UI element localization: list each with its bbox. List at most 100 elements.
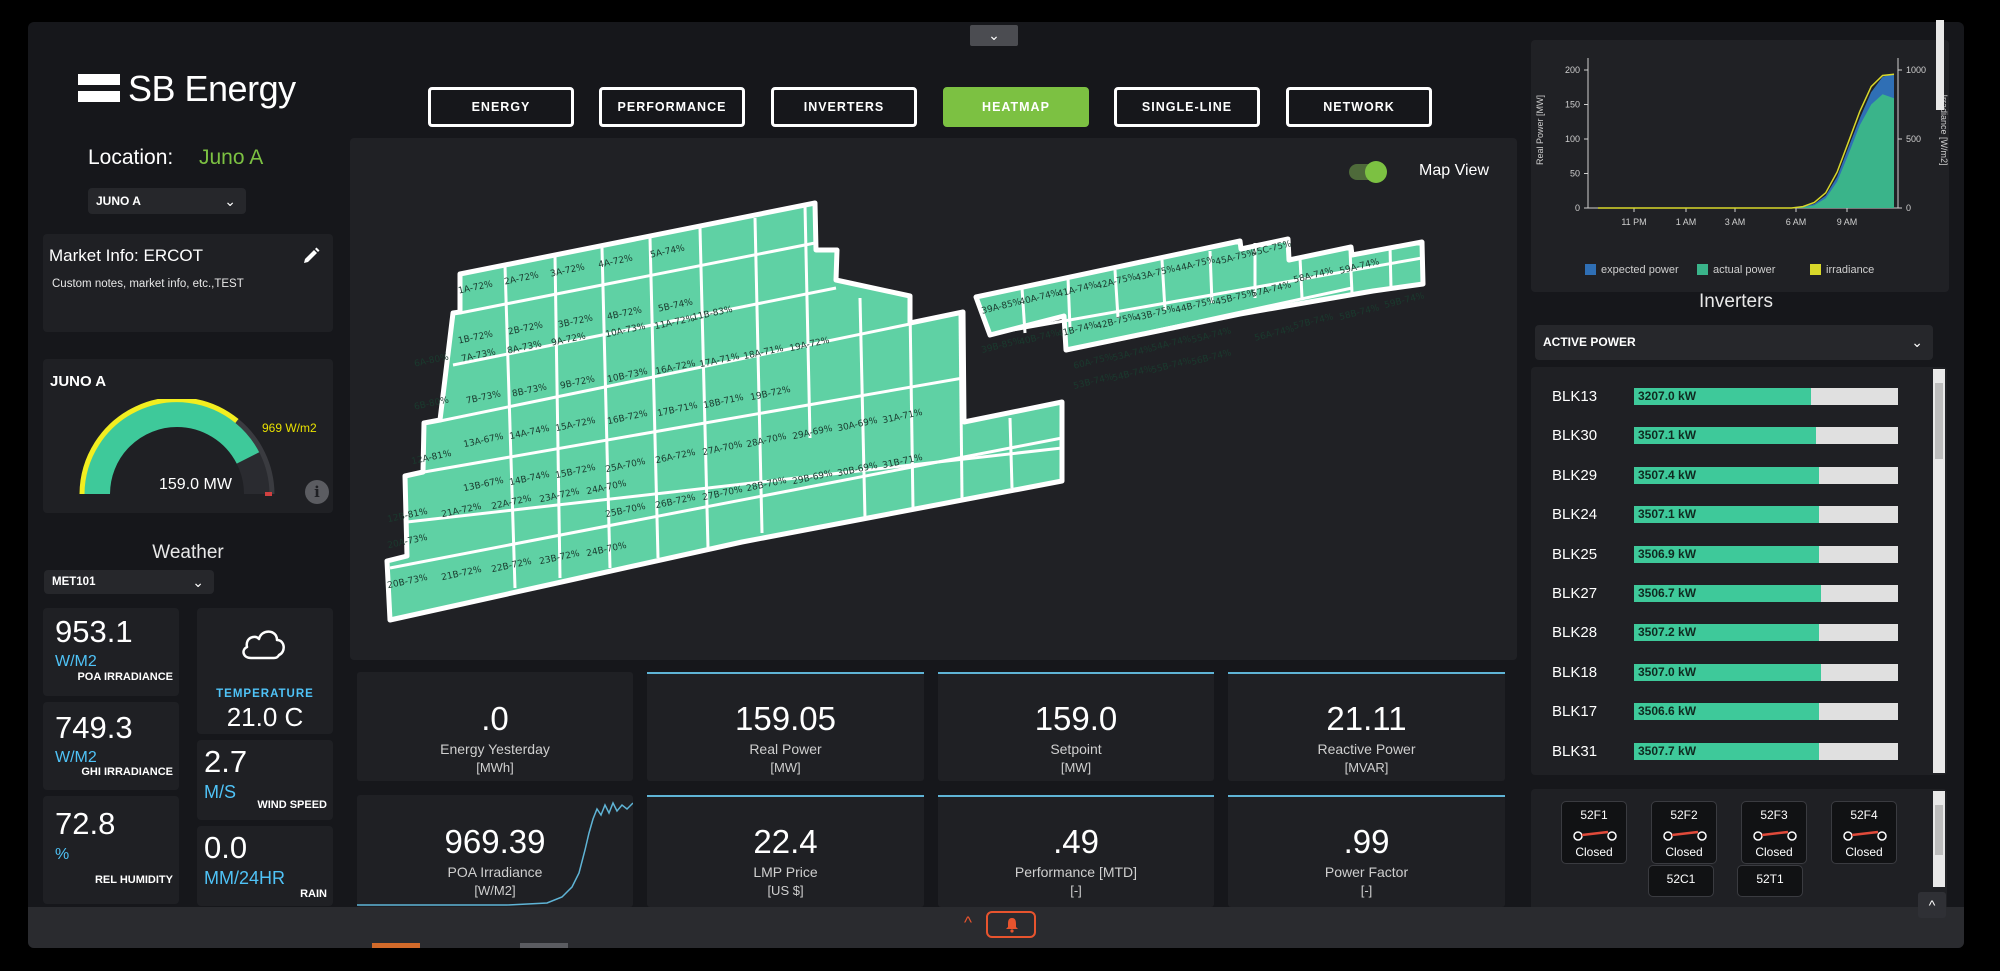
breaker-52c1[interactable]: 52C1	[1648, 865, 1714, 897]
breaker-name: 52F3	[1760, 808, 1788, 822]
collapse-header-button[interactable]: ⌄	[970, 25, 1018, 46]
alarm-bar: ^	[28, 907, 1964, 948]
wind-label: WIND SPEED	[257, 799, 327, 811]
heatmap-block-label[interactable]: 60A-75%	[1073, 352, 1115, 372]
kpi-value: 159.05	[735, 700, 836, 737]
heatmap-block-label[interactable]: 55A-74%	[1191, 326, 1233, 346]
heatmap-block-label[interactable]: 55B-74%	[1150, 356, 1193, 376]
breaker-state: Closed	[1845, 845, 1883, 859]
inverter-row[interactable]: BLK28 3507.2 kW	[1531, 617, 1931, 648]
kpi-unit: [MWh]	[476, 760, 514, 775]
wind-unit: M/S	[204, 782, 237, 802]
humidity-unit: %	[55, 846, 70, 863]
kpi-value: 159.0	[1034, 700, 1118, 737]
heatmap-block-label[interactable]: 54A-74%	[1151, 334, 1193, 354]
pencil-icon[interactable]	[301, 246, 321, 266]
tab-performance[interactable]: PERFORMANCE	[599, 87, 745, 127]
inverter-name: BLK31	[1552, 742, 1598, 760]
kpi-value: 22.4	[753, 823, 818, 860]
heatmap-block-label[interactable]: 57B-74%	[1292, 312, 1335, 332]
inverter-power-bar: 3507.2 kW	[1634, 624, 1898, 642]
bottom-indicator	[520, 943, 568, 948]
inverter-row[interactable]: BLK29 3507.4 kW	[1531, 460, 1931, 491]
inverter-row[interactable]: BLK25 3506.9 kW	[1531, 539, 1931, 570]
kpi-value: .0	[481, 700, 509, 737]
inverter-row[interactable]: BLK24 3507.1 kW	[1531, 499, 1931, 530]
inverter-row[interactable]: BLK17 3506.6 kW	[1531, 696, 1931, 727]
inverter-row[interactable]: BLK13 3207.0 kW	[1531, 381, 1931, 412]
inverter-power-value: 3506.9 kW	[1638, 546, 1697, 561]
breaker-name: 52F4	[1850, 808, 1878, 822]
breaker-52t1[interactable]: 52T1	[1737, 865, 1803, 897]
kpi-label: Real Power	[749, 741, 822, 757]
breaker-52f1[interactable]: 52F1 Closed	[1561, 801, 1627, 864]
breaker-name: 52F2	[1670, 808, 1698, 822]
inverter-name: BLK29	[1552, 466, 1598, 484]
y-right-tick-label: 500	[1906, 134, 1921, 144]
heatmap-block-label[interactable]: 53B-74%	[1072, 372, 1115, 392]
y-left-tick-label: 150	[1565, 100, 1580, 110]
heatmap-block-label[interactable]: 59B-74%	[1383, 291, 1426, 311]
kpi-unit: [-]	[1360, 883, 1373, 898]
legend-actual-power: actual power	[1713, 264, 1776, 276]
inverter-list-scrollbar[interactable]	[1933, 369, 1945, 773]
dashboard-screen: ⌄ SB Energy Location: Juno A JUNO A ⌄ Ma…	[28, 22, 1964, 948]
breaker-switch-icon	[1663, 830, 1707, 841]
bottom-indicator	[372, 943, 420, 948]
y-left-ticks: 0 50 100 150 200	[1565, 65, 1588, 213]
heatmap-map: 1A-72%2A-72% 3A-72%4A-72%5A-74%1B-72%2B-7…	[384, 200, 1426, 623]
kpi-unit: [MW]	[1060, 760, 1092, 775]
kpi-label: LMP Price	[753, 864, 818, 880]
page-scrollbar[interactable]	[1936, 20, 1944, 110]
cloud-icon	[242, 630, 285, 660]
heatmap-block-label[interactable]: 58B-74%	[1338, 303, 1381, 323]
breaker-switch-icon	[1573, 830, 1617, 841]
x-tick-label: 11 PM	[1621, 217, 1646, 227]
tab-network[interactable]: NETWORK	[1286, 87, 1432, 127]
inverters-title: Inverters	[1699, 291, 1773, 312]
kpi-label: Reactive Power	[1317, 741, 1416, 757]
heatmap-block-label[interactable]: 56B-74%	[1190, 348, 1233, 368]
humidity-tile: 72.8 % REL HUMIDITY	[43, 796, 179, 904]
scroll-to-top-button[interactable]: ^	[1918, 892, 1946, 918]
gauge-power-value: 159.0 MW	[159, 476, 232, 493]
tab-inverters[interactable]: INVERTERS	[771, 87, 917, 127]
breaker-52f2[interactable]: 52F2 Closed	[1651, 801, 1717, 864]
tab-single-line[interactable]: SINGLE-LINE	[1114, 87, 1260, 127]
breaker-52f4[interactable]: 52F4 Closed	[1831, 801, 1897, 864]
inverter-row[interactable]: BLK18 3507.0 kW	[1531, 657, 1931, 688]
bell-icon	[1006, 918, 1018, 933]
heatmap-block-label[interactable]: 56A-74%	[1254, 324, 1296, 344]
inverter-power-bar: 3507.1 kW	[1634, 506, 1898, 524]
location-label: Location:	[88, 146, 174, 169]
alarm-bell-button[interactable]	[986, 911, 1036, 938]
tab-heatmap[interactable]: HEATMAP	[943, 87, 1089, 127]
location-dropdown[interactable]: JUNO A ⌄	[88, 188, 246, 214]
temperature-label: TEMPERATURE	[216, 688, 314, 700]
inverter-name: BLK18	[1552, 663, 1598, 681]
inverter-power-bar: 3506.6 kW	[1634, 703, 1898, 721]
kpi-unit: [W/M2]	[474, 883, 516, 898]
chevron-up-icon[interactable]: ^	[964, 913, 972, 933]
inverter-row[interactable]: BLK27 3506.7 kW	[1531, 578, 1931, 609]
inverter-power-bar: 3506.9 kW	[1634, 545, 1898, 563]
heatmap-block-label[interactable]: 54B-74%	[1111, 364, 1154, 384]
kpi-label: Performance [MTD]	[1014, 864, 1138, 880]
inverter-row[interactable]: BLK30 3507.1 kW	[1531, 420, 1931, 451]
kpi-unit: [MVAR]	[1344, 760, 1389, 775]
market-notes: Custom notes, market info, etc.,TEST	[52, 278, 244, 290]
breaker-52f3[interactable]: 52F3 Closed	[1741, 801, 1807, 864]
heatmap-block-label[interactable]: 39B-85%	[980, 336, 1023, 356]
inverter-row[interactable]: BLK31 3507.7 kW	[1531, 736, 1931, 767]
tab-energy[interactable]: ENERGY	[428, 87, 574, 127]
inverter-power-value: 3506.7 kW	[1638, 586, 1697, 600]
inverter-power-bar: 3507.0 kW	[1634, 663, 1898, 681]
breaker-state: Closed	[1665, 845, 1703, 859]
info-icon[interactable]: i	[305, 480, 329, 504]
inverter-metric-dropdown[interactable]: ACTIVE POWER ⌄	[1535, 325, 1933, 360]
y-right-tick-label: 1000	[1906, 65, 1926, 75]
breaker-scrollbar[interactable]	[1933, 791, 1945, 887]
heatmap-block-label[interactable]: 53A-74%	[1112, 344, 1154, 364]
logo-text: SB Energy	[128, 68, 296, 109]
met-station-dropdown[interactable]: MET101 ⌄	[44, 570, 214, 594]
